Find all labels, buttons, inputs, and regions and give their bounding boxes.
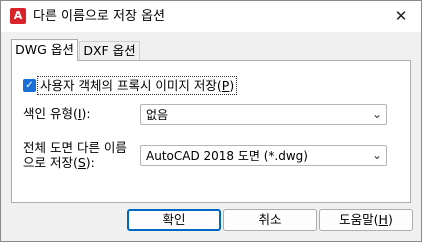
save-all-drawings-label: 전체 도면 다른 이름 으로 저장(S):	[23, 140, 127, 170]
proxy-images-label[interactable]: 사용자 객체의 프록시 이미지 저장(P)	[36, 76, 238, 95]
chevron-down-icon: ⌄	[371, 107, 382, 121]
tab-dxf-options[interactable]: DXF 옵션	[79, 41, 140, 60]
checkmark-icon: ✓	[25, 80, 34, 91]
cancel-button[interactable]: 취소	[223, 209, 317, 231]
index-type-select[interactable]: 없음 ⌄	[140, 104, 387, 125]
save-all-drawings-select[interactable]: AutoCAD 2018 도면 (*.dwg) ⌄	[140, 145, 387, 166]
save-all-drawings-value: AutoCAD 2018 도면 (*.dwg)	[146, 149, 308, 163]
index-type-value: 없음	[146, 108, 169, 122]
title-bar: A 다른 이름으로 저장 옵션 ✕	[1, 1, 421, 32]
chevron-down-icon: ⌄	[371, 148, 382, 162]
tab-dwg-options[interactable]: DWG 옵션	[11, 39, 78, 61]
app-icon-letter: A	[13, 9, 23, 22]
ok-button[interactable]: 확인	[127, 209, 221, 231]
window-title: 다른 이름으로 저장 옵션	[33, 9, 165, 24]
autocad-app-icon: A	[10, 8, 26, 24]
index-type-label: 색인 유형(I):	[23, 106, 91, 121]
proxy-images-checkbox[interactable]: ✓	[23, 79, 36, 92]
close-icon[interactable]: ✕	[389, 5, 413, 27]
help-button[interactable]: 도움말(H)	[319, 209, 413, 231]
